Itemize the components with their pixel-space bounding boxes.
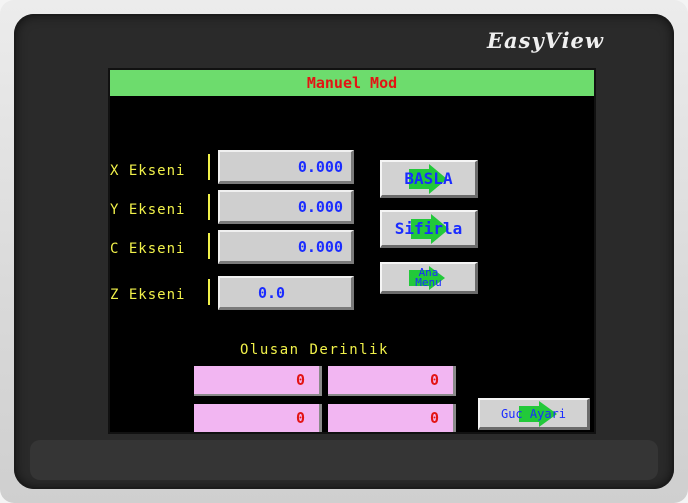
page-title: Manuel Mod <box>306 74 398 92</box>
title-bar: Manuel Mod <box>110 70 594 96</box>
main-menu-button-label: Ana Menu <box>415 267 442 289</box>
depth-value-1[interactable]: 0 <box>194 366 322 396</box>
depth-value-3[interactable]: 0 <box>194 404 322 432</box>
z-axis-label: Z Ekseni <box>110 287 186 303</box>
main-menu-button[interactable]: Ana Menu <box>380 262 478 294</box>
hmi-screen: Manuel Mod X Ekseni 0.000 Y Ekseni 0.000… <box>110 70 594 432</box>
x-axis-label: X Ekseni <box>110 163 186 179</box>
power-setting-button[interactable]: Guc Ayari <box>478 398 590 430</box>
main-menu-label-line2: Menu <box>415 275 442 289</box>
x-axis-value[interactable]: 0.000 <box>218 150 354 184</box>
c-axis-separator <box>208 233 210 259</box>
c-axis-value[interactable]: 0.000 <box>218 230 354 264</box>
y-axis-label: Y Ekseni <box>110 202 186 218</box>
reset-button-label: Sifirla <box>394 219 463 238</box>
start-button-label: BASLA <box>404 169 453 188</box>
power-setting-button-label: Guc Ayari <box>500 406 567 421</box>
reset-button[interactable]: Sifirla <box>380 210 478 248</box>
z-axis-value[interactable]: 0.0 <box>218 276 354 310</box>
c-axis-label: C Ekseni <box>110 241 186 257</box>
z-axis-separator <box>208 279 210 305</box>
depth-value-2[interactable]: 0 <box>328 366 456 396</box>
start-button[interactable]: BASLA <box>380 160 478 198</box>
depth-value-4[interactable]: 0 <box>328 404 456 432</box>
y-axis-value[interactable]: 0.000 <box>218 190 354 224</box>
y-axis-separator <box>208 194 210 220</box>
x-axis-separator <box>208 154 210 180</box>
brand-logo: EasyView <box>487 28 604 53</box>
depth-label: Olusan Derinlik <box>240 342 389 358</box>
device-lower-panel <box>30 440 658 480</box>
